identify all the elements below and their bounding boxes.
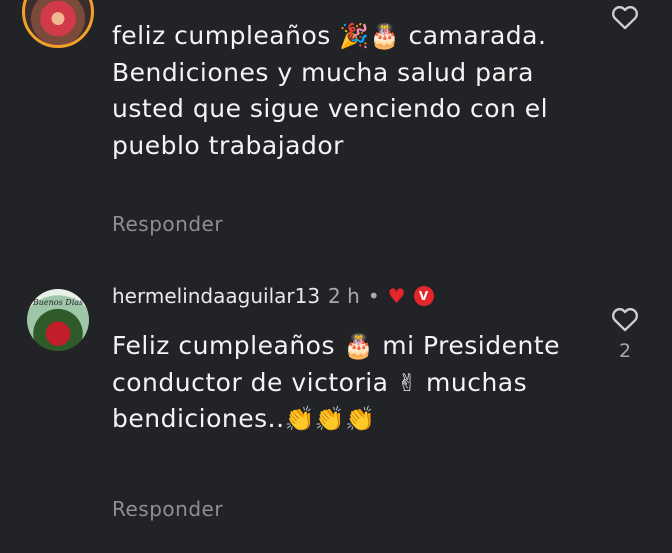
avatar[interactable]: Buenos Días [27,289,89,351]
like-button[interactable] [610,4,640,30]
heart-filled-icon: ♥ [387,284,406,308]
comment-text: feliz cumpleaños 🎉🎂 camarada. Bendicione… [112,18,582,164]
like-button[interactable]: 2 [610,306,640,362]
author-badge-icon: V [413,286,434,306]
separator-dot: • [367,284,380,308]
avatar-text: Buenos Días [32,298,84,307]
clapping-hands-emoji: 👏👏👏 [284,405,376,433]
comment-text-segment: Feliz cumpleaños [112,331,335,360]
party-cake-emoji: 🎉🎂 [339,22,400,50]
reply-button[interactable]: Responder [112,212,223,236]
comments-screen: feliz cumpleaños 🎉🎂 camarada. Bendicione… [0,0,672,553]
comment-text: Feliz cumpleaños 🎂 mi Presidente conduct… [112,328,592,438]
reply-button[interactable]: Responder [112,497,223,521]
heart-outline-icon [612,308,638,332]
timestamp: 2 h [328,284,360,308]
victory-hand-emoji: ✌ [396,368,418,397]
cake-emoji: 🎂 [343,332,374,360]
username[interactable]: hermelindaaguilar13 [112,284,320,308]
comment-text-segment: feliz cumpleaños [112,21,331,50]
heart-outline-icon [612,6,638,30]
avatar[interactable] [22,0,94,48]
comment-meta: hermelindaaguilar13 2 h • ♥ V [112,284,434,308]
like-count: 2 [618,340,632,362]
